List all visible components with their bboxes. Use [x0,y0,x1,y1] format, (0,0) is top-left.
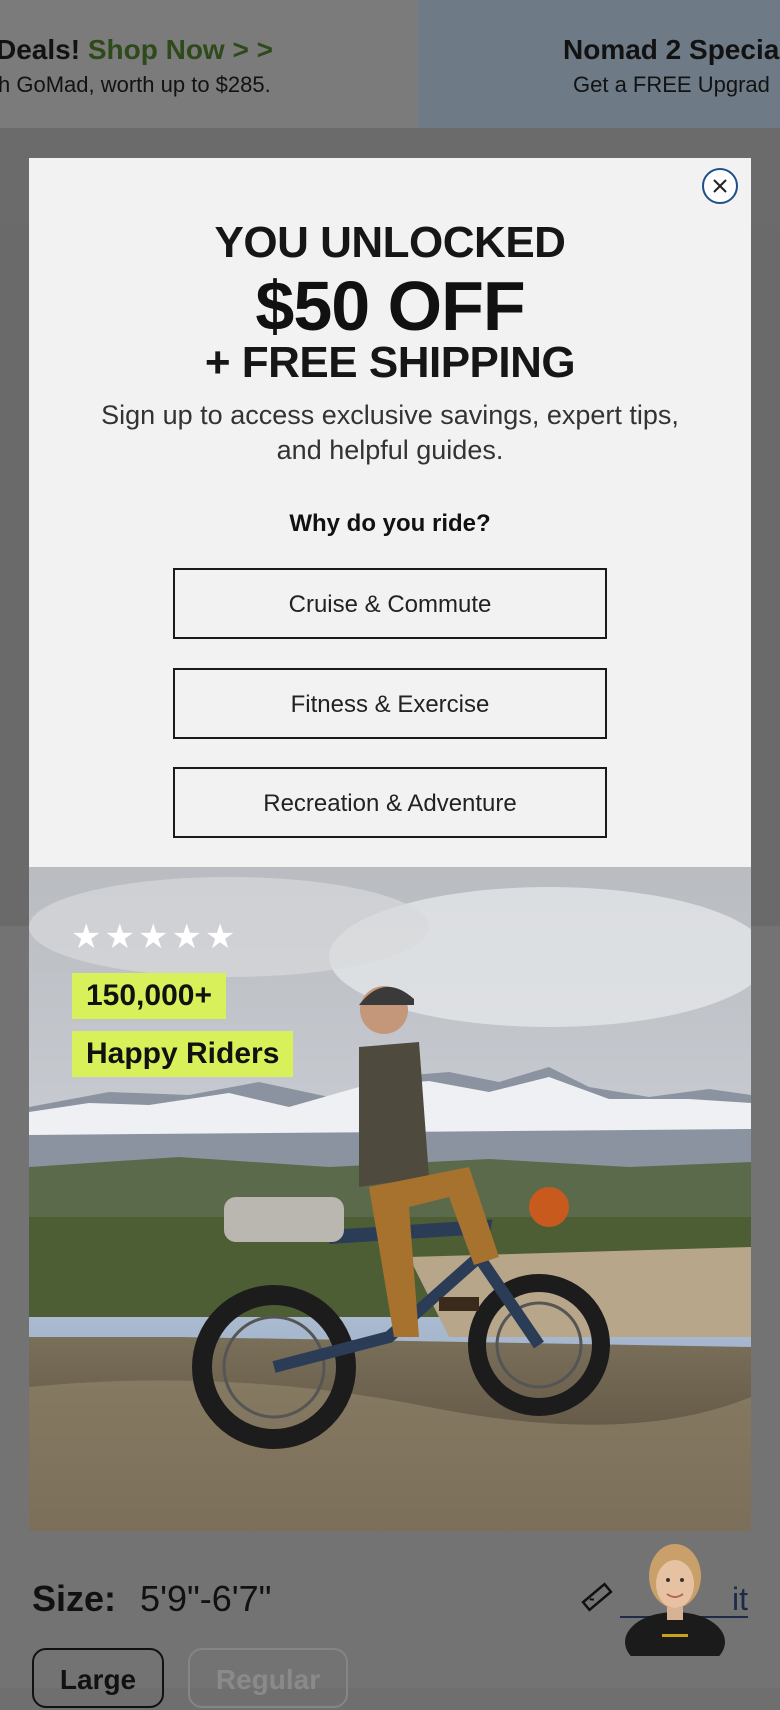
frame-option-large[interactable]: Large [32,1648,164,1708]
promo-title-text: Deals! [0,34,81,65]
close-popup-button[interactable] [702,168,738,204]
rating-stars: ★★★★★ [71,918,239,956]
popup-headline-shipping: + FREE SHIPPING [204,338,576,387]
happy-riders-badge: Happy Riders [72,1031,294,1077]
signup-popup: YOU UNLOCKED $50 OFF + FREE SHIPPING Sig… [29,158,751,1531]
popup-headline-discount: $50 OFF [255,267,525,345]
riders-count-badge: 150,000+ [72,973,226,1019]
promo-banner: Deals! Shop Now > > h GoMad, worth up to… [0,0,780,128]
ruler-icon[interactable] [580,1580,614,1614]
promo-banner-left[interactable]: Deals! Shop Now > > h GoMad, worth up to… [0,0,418,128]
option-recreation-adventure[interactable]: Recreation & Adventure [173,767,607,838]
frame-option-regular[interactable]: Regular [188,1648,348,1708]
size-value: 5'9"-6'7" [140,1578,272,1619]
close-icon [713,179,727,193]
shop-now-link[interactable]: Shop Now > > [88,34,273,65]
promo-title-right: Nomad 2 Specia [563,34,780,65]
option-cruise-commute[interactable]: Cruise & Commute [173,568,607,639]
promo-banner-right[interactable]: Nomad 2 Specia Get a FREE Upgrad [418,0,780,128]
rider-photo-illustration [29,867,751,1531]
option-fitness-exercise[interactable]: Fitness & Exercise [173,668,607,739]
size-label: Size: [32,1578,117,1619]
promo-subtitle: h GoMad, worth up to $285. [0,72,271,97]
promo-subtitle-right: Get a FREE Upgrad [573,72,770,97]
chat-support-avatar[interactable] [612,1530,738,1656]
ride-question: Why do you ride? [289,510,491,537]
popup-headline-unlocked: YOU UNLOCKED [214,218,566,267]
size-row: Size: 5'9"-6'7" [32,1578,271,1620]
rider-photo: ★★★★★ 150,000+ Happy Riders [29,867,751,1531]
promo-title: Deals! Shop Now > > [0,34,273,66]
popup-subtext: Sign up to access exclusive savings, exp… [101,400,679,465]
